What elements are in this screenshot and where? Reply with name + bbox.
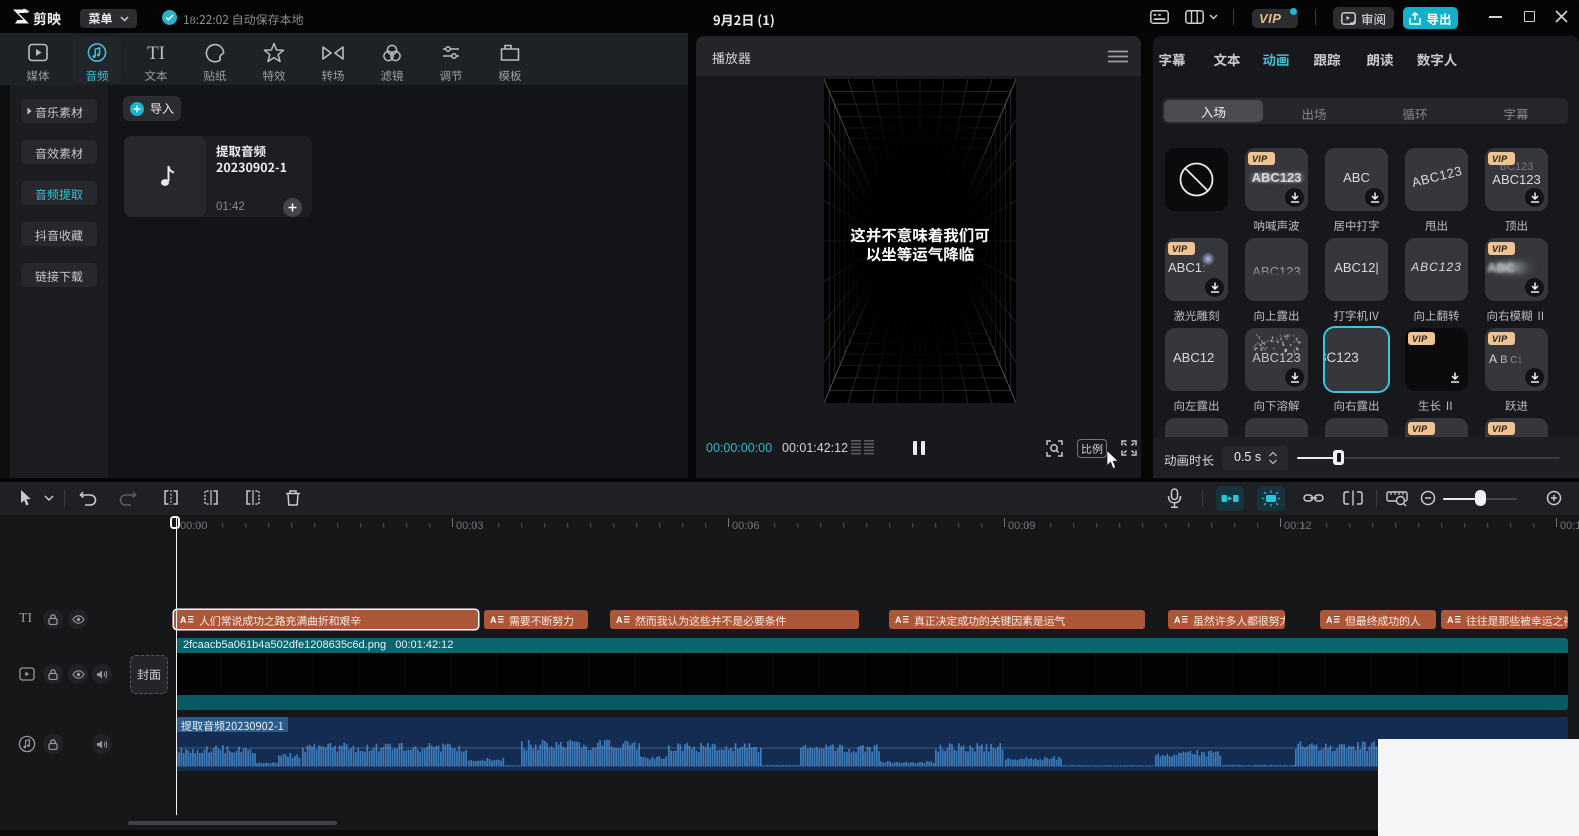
- svg-text:A: A: [616, 615, 623, 624]
- svg-text:A: A: [1326, 615, 1333, 624]
- svg-text:A: A: [490, 615, 497, 624]
- svg-text:A: A: [1447, 615, 1454, 624]
- svg-text:A: A: [895, 615, 902, 624]
- svg-text:A: A: [1174, 615, 1181, 624]
- svg-text:A: A: [180, 615, 187, 624]
